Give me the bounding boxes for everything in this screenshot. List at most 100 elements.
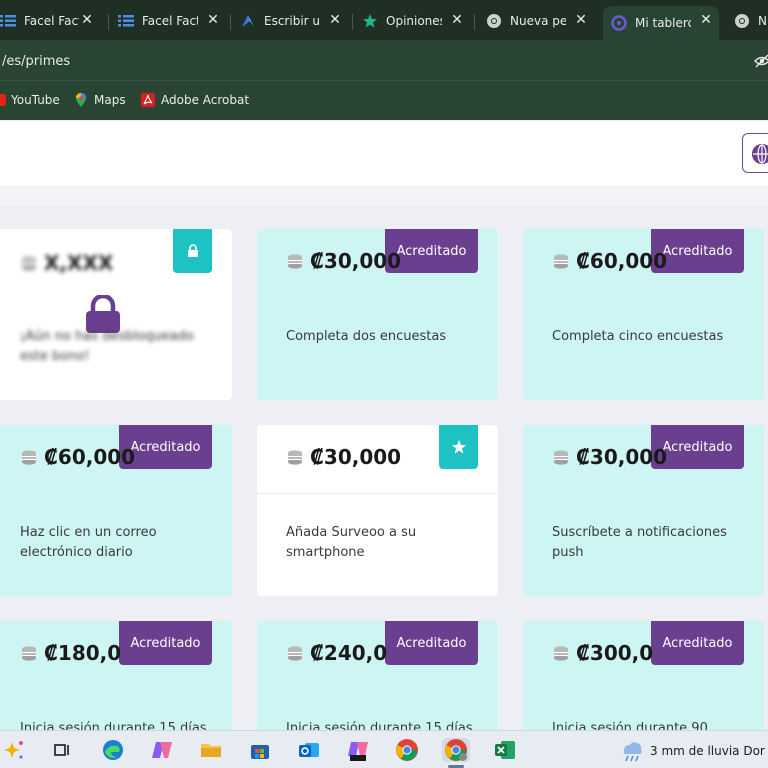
language-button[interactable] (742, 133, 768, 173)
excel-icon[interactable] (493, 738, 517, 762)
dashboard-icon (611, 15, 627, 31)
bonus-amount-text: ₡30,000 (310, 445, 402, 469)
bonus-amount: ₡30,000 (552, 445, 667, 469)
coins-icon (288, 449, 302, 465)
tab-label: Facel Factu (142, 14, 198, 28)
tab-label: Escribir un (264, 14, 320, 28)
bonus-amount-text: ₡60,000 (576, 249, 668, 273)
tab-label: N (758, 14, 767, 28)
bonus-card: Acreditado ₡30,000 Completa dos encuesta… (257, 229, 498, 400)
lock-badge (173, 229, 212, 273)
bonus-amount: ₡60,000 (552, 249, 667, 273)
bonus-description: Suscríbete a notificaciones push (552, 525, 727, 560)
close-icon[interactable]: ✕ (206, 13, 220, 27)
coins-icon (554, 449, 568, 465)
globe-icon (752, 144, 768, 164)
edge-icon[interactable] (101, 738, 125, 762)
microsoft-store-icon[interactable] (248, 738, 272, 762)
star-icon (362, 13, 378, 29)
url-text[interactable]: /es/primes (2, 54, 70, 69)
bonus-amount-text: X,XXX (44, 251, 114, 275)
coins-icon (554, 253, 568, 269)
close-icon[interactable]: ✕ (80, 13, 94, 27)
bookmark-maps[interactable]: Maps (74, 93, 126, 107)
bonus-description: Completa dos encuestas (286, 329, 447, 344)
m365-icon[interactable] (346, 738, 370, 762)
task-view-icon[interactable] (50, 738, 74, 762)
close-icon[interactable]: ✕ (450, 13, 464, 27)
tab-label: Mi tablero (635, 16, 691, 30)
bonus-amount: ₡30,000 (286, 249, 401, 273)
bonus-amount: ₡180,0 (20, 641, 121, 665)
weather-widget[interactable]: 3 mm de lluvia Dor (620, 739, 765, 763)
bonus-amount-text: ₡240,0 (310, 641, 388, 665)
copilot-sparkle-icon[interactable] (2, 738, 26, 762)
star-icon (451, 440, 466, 454)
credited-badge: Acreditado (119, 621, 212, 665)
tab-escribir[interactable]: Escribir un ✕ (240, 6, 346, 36)
bonus-card-starred[interactable]: ₡30,000 Añada Surveoo a su smartphone (257, 425, 498, 596)
chrome-profile-icon[interactable] (442, 738, 470, 762)
bookmark-label: Adobe Acrobat (161, 93, 250, 107)
bonus-amount-text: ₡300,0 (576, 641, 654, 665)
coins-icon (288, 253, 302, 269)
bookmark-label: Maps (94, 93, 126, 107)
coins-icon (22, 449, 36, 465)
ai-star-icon (240, 13, 256, 29)
list-icon (0, 13, 16, 29)
map-pin-icon (74, 93, 88, 107)
bonus-amount-text: ₡60,000 (44, 445, 136, 469)
bonus-amount: ₡300,0 (552, 641, 653, 665)
weather-text: 3 mm de lluvia Dor (650, 744, 765, 758)
bonus-description: Añada Surveoo a su smartphone (286, 525, 417, 560)
bonus-amount: ₡60,000 (20, 445, 135, 469)
close-icon[interactable]: ✕ (574, 13, 588, 27)
star-badge (439, 425, 478, 469)
bonus-card: Acreditado ₡30,000 Suscríbete a notifica… (523, 425, 764, 596)
site-header (0, 121, 768, 186)
bonus-card-locked: X,XXX ¡Aún no has desbloqueado este bono… (0, 229, 232, 400)
credited-badge: Acreditado (651, 621, 744, 665)
address-bar[interactable]: /es/primes (0, 40, 768, 80)
tab-nueva[interactable]: Nueva pest ✕ (486, 6, 592, 36)
close-icon[interactable]: ✕ (328, 13, 342, 27)
bonus-card: Acreditado ₡60,000 Completa cinco encues… (523, 229, 764, 400)
tab-label: Facel Factu (24, 14, 79, 28)
bookmark-label: YouTube (11, 93, 60, 107)
bookmark-adobe-acrobat[interactable]: Adobe Acrobat (141, 93, 249, 107)
bonus-amount: X,XXX (20, 251, 113, 275)
file-explorer-icon[interactable] (199, 738, 223, 762)
list-icon (118, 13, 134, 29)
bonus-amount: ₡30,000 (286, 445, 401, 469)
tab-label: Opiniones (386, 14, 442, 28)
coins-icon (554, 645, 568, 661)
bonus-card: Acreditado ₡60,000 Haz clic en un correo… (0, 425, 232, 596)
outlook-icon[interactable] (297, 738, 321, 762)
youtube-icon (0, 94, 6, 106)
coins-icon (288, 645, 302, 661)
bonus-description: Haz clic en un correo electrónico diario (20, 525, 157, 560)
tab-facel-1[interactable]: Facel Factu ✕ (0, 6, 98, 36)
bonus-amount-text: ₡30,000 (576, 445, 668, 469)
credited-badge: Acreditado (385, 621, 478, 665)
bookmarks-bar: YouTube Maps Adobe Acrobat (0, 80, 768, 120)
acrobat-icon (141, 93, 155, 107)
tab-mi-tablero[interactable]: Mi tablero ✕ (603, 6, 719, 40)
chrome-icon[interactable] (395, 738, 419, 762)
tab-overflow[interactable]: N (734, 6, 768, 36)
bonus-amount-text: ₡180,0 (44, 641, 122, 665)
close-icon[interactable]: ✕ (699, 13, 713, 27)
tab-opiniones[interactable]: Opiniones ✕ (362, 6, 468, 36)
copilot-icon[interactable] (150, 738, 174, 762)
lock-icon (187, 244, 198, 257)
browser-tab-bar: Facel Factu ✕ Facel Factu ✕ Escribir un … (0, 0, 768, 40)
windows-taskbar: 3 mm de lluvia Dor (0, 730, 768, 768)
coins-icon (22, 255, 36, 271)
bonus-amount: ₡240,0 (286, 641, 387, 665)
eye-slash-icon[interactable] (754, 53, 768, 68)
bookmark-youtube[interactable]: YouTube (0, 93, 60, 107)
bonus-description: Completa cinco encuestas (552, 329, 724, 344)
chrome-icon (734, 13, 750, 29)
tab-facel-2[interactable]: Facel Factu ✕ (118, 6, 224, 36)
coins-icon (22, 645, 36, 661)
